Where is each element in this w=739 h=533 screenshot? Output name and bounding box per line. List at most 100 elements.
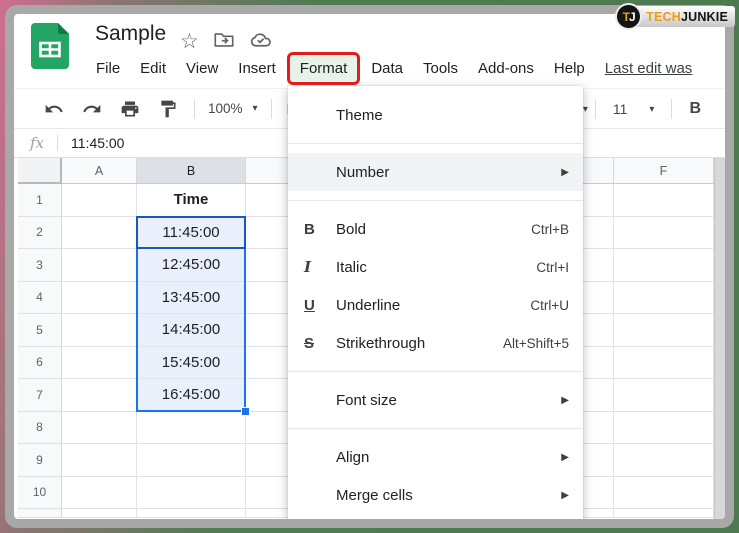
cell-A8[interactable] (62, 412, 137, 445)
column-header-A[interactable]: A (62, 158, 137, 184)
format-dropdown-menu: Theme Number▶ B BoldCtrl+B I ItalicCtrl+… (288, 86, 583, 519)
row-header-10[interactable]: 10 (18, 477, 62, 510)
menu-divider (288, 143, 583, 144)
menu-divider (288, 371, 583, 372)
cell-A4[interactable] (62, 282, 137, 315)
window-chrome: Sample ☆ File Edit View Insert Format Da… (5, 5, 734, 528)
font-size-select[interactable]: 11▾ (613, 101, 655, 117)
cell-F10[interactable] (614, 477, 714, 510)
menu-item-strikethrough[interactable]: S StrikethroughAlt+Shift+5 (288, 324, 583, 362)
cell-F7[interactable] (614, 379, 714, 412)
cell-A5[interactable] (62, 314, 137, 347)
underline-icon: U (304, 297, 315, 314)
row-header-3[interactable]: 3 (18, 249, 62, 282)
row-header-1[interactable]: 1 (18, 184, 62, 217)
menu-item-italic[interactable]: I ItalicCtrl+I (288, 248, 583, 286)
bold-button[interactable]: B (689, 100, 701, 118)
cell-B6[interactable]: 15:45:00 (137, 347, 246, 380)
menu-add-ons[interactable]: Add-ons (468, 55, 544, 82)
fx-icon: fx (30, 134, 44, 152)
menu-bar: File Edit View Insert Format Data Tools … (86, 52, 692, 84)
row-header-7[interactable]: 7 (18, 379, 62, 412)
google-sheets-logo-icon[interactable] (31, 23, 69, 74)
last-edit-link[interactable]: Last edit was (605, 60, 693, 77)
techjunkie-logo-icon: TJ (615, 3, 642, 30)
menu-divider (288, 200, 583, 201)
menu-item-align[interactable]: Align▶ (288, 438, 583, 476)
cell-F5[interactable] (614, 314, 714, 347)
menu-item-font-size[interactable]: Font size▶ (288, 381, 583, 419)
cell-A6[interactable] (62, 347, 137, 380)
menu-item-theme[interactable]: Theme (288, 96, 583, 134)
row-header-4[interactable]: 4 (18, 282, 62, 315)
cell-F6[interactable] (614, 347, 714, 380)
cell-B4[interactable]: 13:45:00 (137, 282, 246, 315)
menu-item-underline[interactable]: U UnderlineCtrl+U (288, 286, 583, 324)
toolbar-divider (671, 99, 672, 119)
column-header-F[interactable]: F (614, 158, 714, 184)
menu-help[interactable]: Help (544, 55, 595, 82)
menu-item-merge-cells[interactable]: Merge cells▶ (288, 476, 583, 514)
cell-A9[interactable] (62, 444, 137, 477)
cell-A3[interactable] (62, 249, 137, 282)
cell-F9[interactable] (614, 444, 714, 477)
menu-insert[interactable]: Insert (228, 55, 286, 82)
cell-A1[interactable] (62, 184, 137, 217)
submenu-arrow-icon: ▶ (561, 490, 569, 501)
cell-B9[interactable] (137, 444, 246, 477)
cell-F11[interactable] (614, 509, 714, 518)
row-header-8[interactable]: 8 (18, 412, 62, 445)
toolbar-divider (595, 99, 596, 119)
menu-format-active[interactable]: Format (290, 55, 358, 82)
screenshot-frame: TJ TECHJUNKIE Sample ☆ (0, 0, 739, 533)
cell-F4[interactable] (614, 282, 714, 315)
menu-edit[interactable]: Edit (130, 55, 176, 82)
cell-F2[interactable] (614, 217, 714, 250)
row-header-6[interactable]: 6 (18, 347, 62, 380)
techjunkie-watermark: TJ TECHJUNKIE (615, 3, 735, 30)
redo-icon[interactable] (82, 99, 102, 119)
row-header-9[interactable]: 9 (18, 444, 62, 477)
document-title[interactable]: Sample (95, 22, 166, 46)
cell-A2[interactable] (62, 217, 137, 250)
print-icon[interactable] (120, 99, 140, 119)
paint-format-icon[interactable] (158, 99, 178, 119)
cell-F8[interactable] (614, 412, 714, 445)
cell-A7[interactable] (62, 379, 137, 412)
cell-A11[interactable] (62, 509, 137, 518)
row-header-2[interactable]: 2 (18, 217, 62, 250)
cell-B5[interactable]: 14:45:00 (137, 314, 246, 347)
toolbar-divider (194, 99, 195, 119)
select-all-corner[interactable] (18, 158, 62, 184)
cell-B2[interactable]: 11:45:00 (137, 217, 246, 250)
techjunkie-logo-text: TECHJUNKIE (629, 6, 735, 27)
cell-B1[interactable]: Time (137, 184, 246, 217)
zoom-select[interactable]: 100%▾ (208, 101, 258, 116)
vertical-scrollbar[interactable] (714, 158, 725, 519)
chevron-down-icon: ▾ (253, 103, 258, 114)
submenu-arrow-icon: ▶ (561, 452, 569, 463)
submenu-arrow-icon: ▶ (561, 395, 569, 406)
cell-F1[interactable] (614, 184, 714, 217)
cell-B8[interactable] (137, 412, 246, 445)
undo-icon[interactable] (44, 99, 64, 119)
cell-B3[interactable]: 12:45:00 (137, 249, 246, 282)
row-header-5[interactable]: 5 (18, 314, 62, 347)
menu-view[interactable]: View (176, 55, 228, 82)
strikethrough-icon: S (304, 335, 314, 352)
font-family-chevron-icon[interactable]: ▾ (583, 104, 588, 115)
formula-bar-value[interactable]: 11:45:00 (71, 135, 124, 151)
menu-item-number[interactable]: Number▶ (288, 153, 583, 191)
cell-B10[interactable] (137, 477, 246, 510)
cell-A10[interactable] (62, 477, 137, 510)
menu-tools[interactable]: Tools (413, 55, 468, 82)
cell-B7[interactable]: 16:45:00 (137, 379, 246, 412)
menu-data[interactable]: Data (361, 55, 413, 82)
star-icon[interactable]: ☆ (180, 31, 199, 53)
menu-file[interactable]: File (86, 55, 130, 82)
menu-item-bold[interactable]: B BoldCtrl+B (288, 210, 583, 248)
column-header-B[interactable]: B (137, 158, 246, 184)
cell-F3[interactable] (614, 249, 714, 282)
fill-handle[interactable] (241, 407, 250, 416)
cell-B11[interactable] (137, 509, 246, 518)
